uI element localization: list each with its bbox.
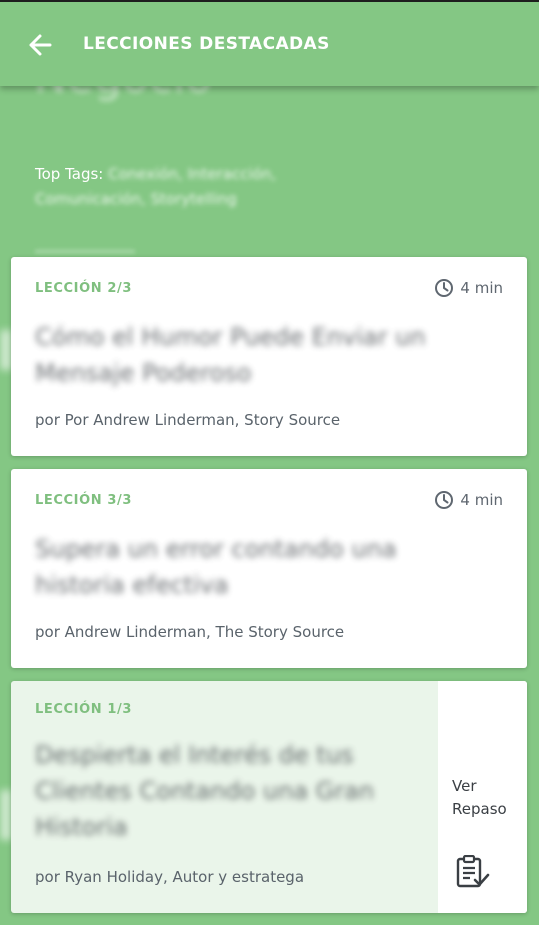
lesson-label: LECCIÓN 2/3 <box>35 281 132 296</box>
duration-text: 4 min <box>460 491 503 509</box>
clock-icon <box>435 279 454 297</box>
lesson-duration: 4 min <box>434 490 503 510</box>
lesson-card-completed[interactable]: LECCIÓN 1/3 Despierta el Interés de tus … <box>11 681 527 913</box>
lesson-duration: 4 min <box>434 278 503 298</box>
top-tags: Top Tags: Conexión, Interacción, Comunic… <box>35 162 305 212</box>
clipboard-check-icon <box>456 855 490 888</box>
divider <box>35 250 135 253</box>
app-bar: LECCIONES DESTACADAS <box>0 2 539 86</box>
lesson-title: Cómo el Humor Puede Enviar un Mensaje Po… <box>35 323 426 387</box>
lesson-card[interactable]: LECCIÓN 2/3 4 min Cómo el Humor Puede En… <box>11 257 527 456</box>
lesson-author: por Ryan Holiday, Autor y estratega <box>35 868 305 886</box>
lesson-title: Supera un error contando una historia ef… <box>35 535 397 599</box>
duration-text: 4 min <box>460 279 503 297</box>
lesson-author: por Por Andrew Linderman, Story Source <box>35 411 341 429</box>
clock-icon <box>435 491 454 509</box>
review-button-label: Ver Repaso <box>452 777 507 818</box>
back-button[interactable] <box>22 26 60 64</box>
lesson-label: LECCIÓN 3/3 <box>35 493 132 508</box>
top-tags-label: Top Tags: <box>35 165 104 183</box>
lesson-title: Despierta el Interés de tus Clientes Con… <box>35 741 375 841</box>
review-button[interactable]: Ver Repaso <box>438 681 527 913</box>
arrow-left-icon <box>29 34 52 56</box>
lesson-label: LECCIÓN 1/3 <box>35 702 132 717</box>
top-tags-values: Conexión, Interacción, <box>108 165 277 183</box>
lesson-card[interactable]: LECCIÓN 3/3 4 min Supera un error contan… <box>11 469 527 668</box>
page-title: LECCIONES DESTACADAS <box>83 34 330 54</box>
lesson-author: por Andrew Linderman, The Story Source <box>35 623 345 641</box>
top-tags-values-line2: Comunicación, Storytelling <box>35 190 237 208</box>
